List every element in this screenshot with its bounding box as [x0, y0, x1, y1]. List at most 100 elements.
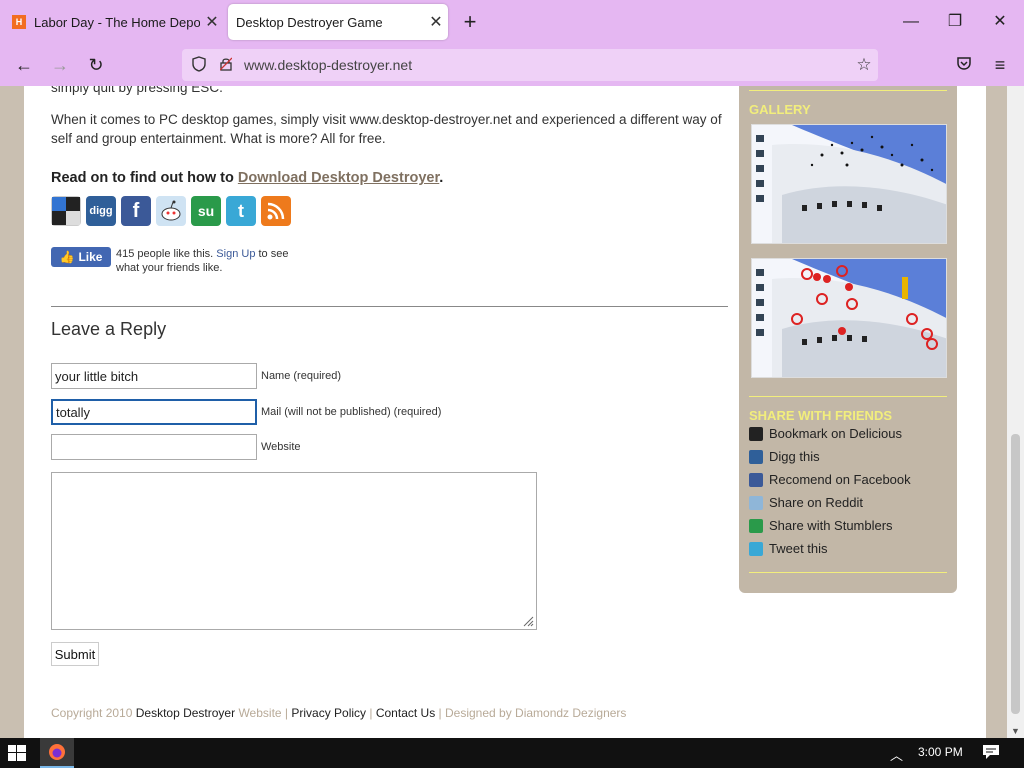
scroll-down-arrow-icon[interactable]: ▼	[1007, 726, 1024, 736]
reddit-icon[interactable]	[156, 196, 186, 226]
name-label: Name (required)	[261, 370, 342, 382]
menu-icon[interactable]: ≡	[986, 52, 1014, 78]
reload-button[interactable]: ↻	[82, 52, 110, 78]
reply-heading: Leave a Reply	[51, 319, 167, 339]
windows-start-icon[interactable]	[8, 745, 26, 766]
tab-bar: H Labor Day - The Home Depot ✕ Desktop D…	[0, 0, 1024, 44]
privacy-policy-link[interactable]: Privacy Policy	[291, 706, 366, 720]
digg-icon	[749, 449, 763, 464]
name-field-row: Name (required)	[51, 363, 341, 389]
page-content: simply quit by pressing ESC. When it com…	[24, 86, 986, 738]
signup-link[interactable]: Sign Up	[216, 248, 255, 260]
mail-label: Mail (will not be published) (required)	[261, 406, 442, 418]
gallery-image-1[interactable]	[751, 124, 947, 244]
web-page: simply quit by pressing ESC. When it com…	[0, 86, 1024, 738]
gallery-image-2[interactable]	[751, 258, 947, 378]
back-button[interactable]: ←	[10, 52, 38, 78]
share-label: Share with Stumblers	[769, 518, 893, 533]
share-delicious-link[interactable]: Bookmark on Delicious	[749, 426, 902, 441]
share-label: Share on Reddit	[769, 495, 863, 510]
designed-by-text: | Designed by Diamondz Dezigners	[435, 706, 627, 720]
footer: Copyright 2010 Desktop Destroyer Website…	[51, 706, 626, 720]
name-input[interactable]	[51, 363, 257, 389]
sidebar-divider	[749, 396, 947, 397]
clock[interactable]: 3:00 PM	[918, 745, 963, 759]
gallery-heading: GALLERY	[749, 102, 811, 117]
divider	[51, 306, 728, 307]
like-count-text: 415 people like this. Sign Up to see wha…	[116, 247, 291, 275]
minimize-button[interactable]: —	[896, 10, 926, 34]
sidebar-divider	[749, 90, 947, 91]
home-depot-icon: H	[12, 15, 26, 29]
share-facebook-link[interactable]: Recomend on Facebook	[749, 472, 911, 487]
stumbleupon-icon	[749, 518, 763, 533]
rss-icon[interactable]	[261, 196, 291, 226]
restore-button[interactable]: ❐	[940, 10, 970, 34]
share-label: Recomend on Facebook	[769, 472, 911, 487]
article-text: simply quit by pressing ESC.	[51, 86, 223, 95]
bookmark-star-icon[interactable]: ☆	[850, 55, 878, 75]
like-count: 415 people like this.	[116, 248, 217, 260]
thumbs-up-icon: 👍	[59, 250, 75, 264]
facebook-icon[interactable]: f	[121, 196, 151, 226]
facebook-icon	[749, 472, 763, 487]
url-text: www.desktop-destroyer.net	[244, 57, 413, 73]
email-input[interactable]	[51, 399, 257, 425]
like-label: Like	[78, 250, 103, 264]
pocket-icon[interactable]	[950, 52, 978, 78]
share-digg-link[interactable]: Digg this	[749, 449, 820, 464]
sidebar-divider	[749, 572, 947, 573]
facebook-like-button[interactable]: 👍 Like	[51, 247, 111, 267]
read-on-text: Read on to find out how to Download Desk…	[51, 170, 443, 186]
read-on-prefix: Read on to find out how to	[51, 170, 238, 186]
read-on-suffix: .	[439, 170, 444, 186]
shield-icon[interactable]	[190, 55, 208, 75]
show-hidden-icons-icon[interactable]: ︿	[890, 745, 903, 764]
website-input[interactable]	[51, 434, 257, 460]
social-icons: digg f su t	[51, 196, 291, 226]
tab-desktop-destroyer[interactable]: Desktop Destroyer Game ✕	[228, 4, 448, 40]
lock-icon[interactable]	[218, 57, 234, 74]
share-twitter-link[interactable]: Tweet this	[749, 541, 828, 556]
vertical-scrollbar[interactable]: ▼	[1007, 86, 1024, 738]
mail-field-row: Mail (will not be published) (required)	[51, 399, 441, 425]
facebook-like-widget: 👍 Like 415 people like this. Sign Up to s…	[51, 247, 291, 275]
stumbleupon-icon[interactable]: su	[191, 196, 221, 226]
share-stumbleupon-link[interactable]: Share with Stumblers	[749, 518, 893, 533]
resize-handle-icon[interactable]	[522, 615, 534, 627]
delicious-icon[interactable]	[51, 196, 81, 226]
tab-title: Desktop Destroyer Game	[236, 14, 383, 30]
scrollbar-thumb[interactable]	[1011, 434, 1020, 714]
close-tab-icon[interactable]: ✕	[200, 12, 224, 32]
share-label: Bookmark on Delicious	[769, 426, 902, 441]
website-text: Website |	[235, 706, 292, 720]
digg-icon[interactable]: digg	[86, 196, 116, 226]
address-bar[interactable]: www.desktop-destroyer.net ☆	[182, 49, 878, 81]
footer-separator: |	[366, 706, 376, 720]
download-link[interactable]: Download Desktop Destroyer	[238, 170, 439, 186]
site-name-link[interactable]: Desktop Destroyer	[136, 706, 235, 720]
share-label: Digg this	[769, 449, 820, 464]
close-window-button[interactable]: ✕	[985, 10, 1015, 34]
share-heading: SHARE WITH FRIENDS	[749, 408, 892, 423]
reddit-icon	[749, 495, 763, 510]
twitter-icon	[749, 541, 763, 556]
notification-icon[interactable]	[982, 744, 1000, 760]
forward-button[interactable]: →	[46, 52, 74, 78]
delicious-icon	[749, 426, 763, 441]
share-reddit-link[interactable]: Share on Reddit	[749, 495, 863, 510]
firefox-taskbar-icon[interactable]	[40, 738, 74, 768]
website-label: Website	[261, 441, 301, 453]
submit-button[interactable]: Submit	[51, 642, 99, 666]
tab-home-depot[interactable]: H Labor Day - The Home Depot ✕	[4, 4, 224, 40]
twitter-icon[interactable]: t	[226, 196, 256, 226]
article-paragraph: When it comes to PC desktop games, simpl…	[51, 112, 722, 146]
copyright-text: Copyright 2010	[51, 706, 136, 720]
navigation-bar: ← → ↻ www.desktop-destroyer.net ☆ ≡	[0, 44, 1024, 86]
contact-us-link[interactable]: Contact Us	[376, 706, 435, 720]
new-tab-button[interactable]: +	[458, 10, 482, 34]
taskbar: ︿ 3:00 PM	[0, 738, 1024, 768]
close-tab-icon[interactable]: ✕	[424, 12, 448, 32]
comment-textarea[interactable]	[51, 472, 537, 630]
website-field-row: Website	[51, 434, 301, 460]
